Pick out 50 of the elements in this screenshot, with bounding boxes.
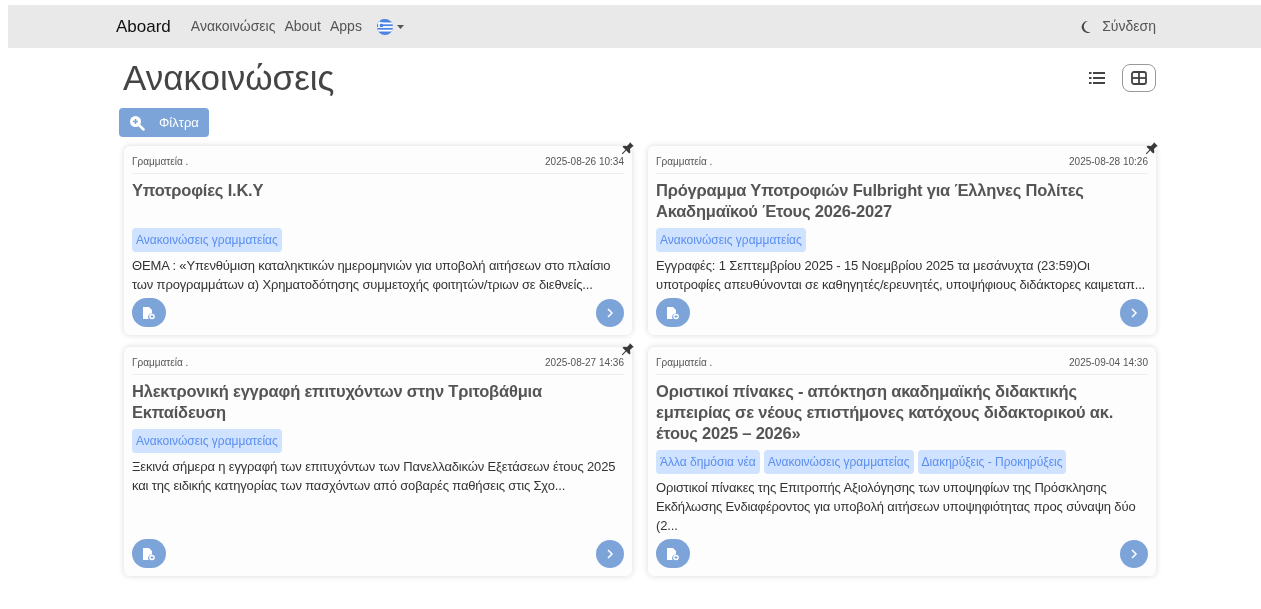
grid-icon xyxy=(1131,71,1147,85)
card-title: Ηλεκτρονική εγγραφή επιτυχόντων στην Τριτοβάθμια Εκπαίδευση xyxy=(132,381,543,423)
category-tag: Ανακοινώσεις γραμματείας xyxy=(132,429,282,453)
open-button[interactable] xyxy=(596,298,624,327)
card-title: Πρόγραμμα Υποτροφιών Fulbright για Έλληνες Πολίτες Ακαδημαϊκού Έτους 2026-2027 xyxy=(656,180,1085,222)
caret-icon xyxy=(396,24,404,29)
card-date: 2025-08-27 14:36 xyxy=(545,356,624,370)
open-button[interactable] xyxy=(1120,298,1148,327)
card-title: Υποτροφίες Ι.Κ.Υ xyxy=(132,180,265,201)
card-excerpt: ΘΕΜΑ : «Υπενθύμιση καταληκτικών ημερομηνιών για υποβολή αιτήσεων στο πλαίσιο των προγραμμάτων α) Χρηματοδότησης συμμετοχής φοιτητών/τριων σε διεθνείς... xyxy=(132,257,612,294)
zoom-in-icon xyxy=(129,114,145,131)
category-tag: Ανακοινώσεις γραμματείας xyxy=(132,228,282,252)
moon-icon[interactable] xyxy=(1080,20,1092,33)
chevron-right-icon xyxy=(1130,307,1138,318)
page-title: Ανακοινώσεις xyxy=(122,56,335,99)
attachment-button[interactable] xyxy=(132,539,166,568)
card-date: 2025-09-04 14:30 xyxy=(1069,356,1148,370)
card-excerpt: Οριστικοί πίνακες της Επιτροπής Αξιολόγησης των υποψηφίων της Πρόσκλησης Εκδήλωσης Ενδιαφέροντος για υποβολή αιτήσεων υποψηφιότητας προς σύναψη δύο (2... xyxy=(656,479,1137,535)
list-icon xyxy=(1089,71,1105,85)
open-button[interactable] xyxy=(1120,539,1148,568)
file-icon xyxy=(142,305,156,320)
brand-link[interactable]: Aboard xyxy=(116,13,171,40)
chevron-right-icon xyxy=(1130,548,1138,559)
view-toggle[interactable] xyxy=(1122,64,1156,92)
category-tag: Ανακοινώσεις γραμματείας xyxy=(656,228,806,252)
file-icon xyxy=(666,305,680,320)
nav-link[interactable]: About xyxy=(284,16,321,37)
attachment-button[interactable] xyxy=(132,298,166,327)
card-title: Οριστικοί πίνακες - απόκτηση ακαδημαϊκής διδακτικής εμπειρίας σε νέους επιστήμονες κατόχους διδακτορικού ακ. έτους 2025 – 2026» xyxy=(656,381,1115,444)
card-source: Γραμματεία . xyxy=(132,155,189,169)
card-source: Γραμματεία . xyxy=(656,356,713,370)
chevron-right-icon xyxy=(606,307,614,318)
card-source: Γραμματεία . xyxy=(132,356,189,370)
attachment-button[interactable] xyxy=(656,298,690,327)
category-tag: Διακηρύξεις - Προκηρύξεις xyxy=(917,450,1067,474)
file-icon xyxy=(142,546,156,561)
card-excerpt: Εγγραφές: 1 Σεπτεμβρίου 2025 - 15 Νοεμβρίου 2025 τα μεσάνυχτα (23:59)Οι υποτροφίες απευθύνονται σε καθηγητές/ερευνητές, υποψήφιους διδάκτορες καιμεταπ... xyxy=(656,257,1147,294)
card-date: 2025-08-28 10:26 xyxy=(1069,155,1148,169)
chevron-right-icon xyxy=(606,548,614,559)
category-tag: Ανακοινώσεις γραμματείας xyxy=(763,450,914,474)
card-date: 2025-08-26 10:34 xyxy=(545,155,624,169)
nav-link[interactable]: Apps xyxy=(330,16,362,37)
card-excerpt: Ξεκινά σήμερα η εγγραφή των επιτυχόντων των Πανελλαδικών Εξετάσεων έτους 2025 και της ειδικής κατηγορίας των πασχόντων από σοβαρές παθήσεις στις Σχο... xyxy=(132,458,617,495)
open-button[interactable] xyxy=(596,539,624,568)
nav-link[interactable]: Ανακοινώσεις xyxy=(190,16,276,37)
attachment-button[interactable] xyxy=(656,539,690,568)
file-icon xyxy=(666,546,680,561)
login-link[interactable]: Σύνδεση xyxy=(1102,16,1156,37)
category-tag: Άλλα δημόσια νέα xyxy=(656,450,760,474)
card-source: Γραμματεία . xyxy=(656,155,713,169)
